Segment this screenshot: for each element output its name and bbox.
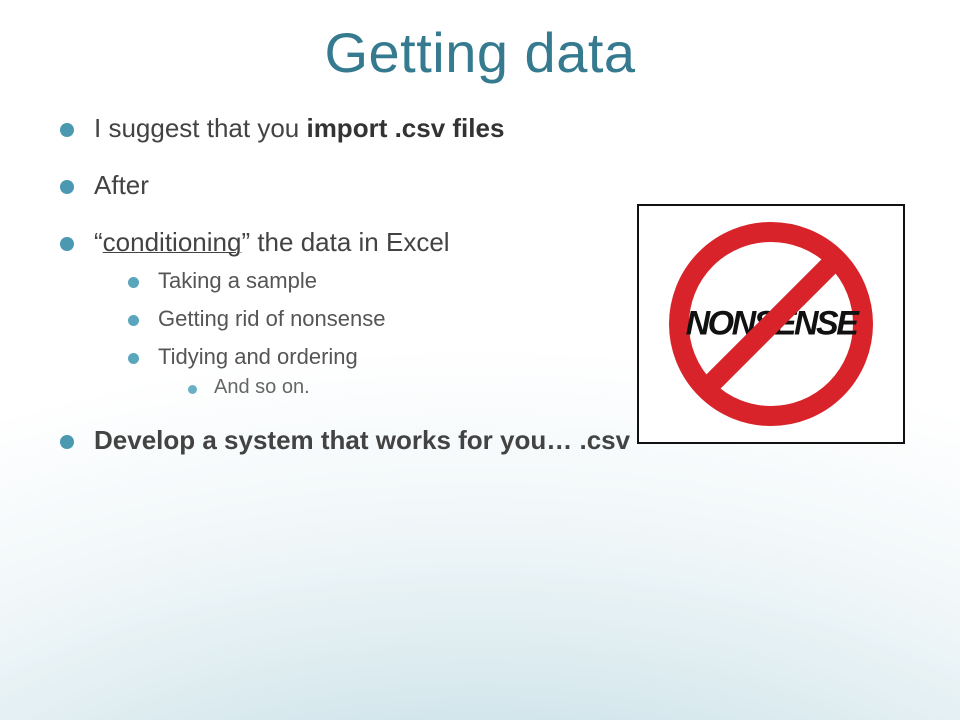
text-underline-fragment: conditioning	[103, 227, 242, 257]
text-fragment: ” the data in Excel	[241, 227, 449, 257]
prohibition-sign-icon: NONSENSE	[666, 219, 876, 429]
bullet-import-csv: I suggest that you import .csv files	[60, 113, 900, 144]
prohibition-slash-icon	[666, 219, 876, 429]
text-bold-fragment: import .csv files	[306, 113, 504, 143]
text-fragment: “	[94, 227, 103, 257]
slide: Getting data I suggest that you import .…	[0, 0, 960, 720]
slide-title: Getting data	[60, 20, 900, 85]
text-fragment: Tidying and ordering	[158, 344, 358, 369]
nonsense-image: NONSENSE	[637, 204, 905, 444]
text-fragment: I suggest that you	[94, 113, 306, 143]
bullet-after: After	[60, 170, 900, 201]
